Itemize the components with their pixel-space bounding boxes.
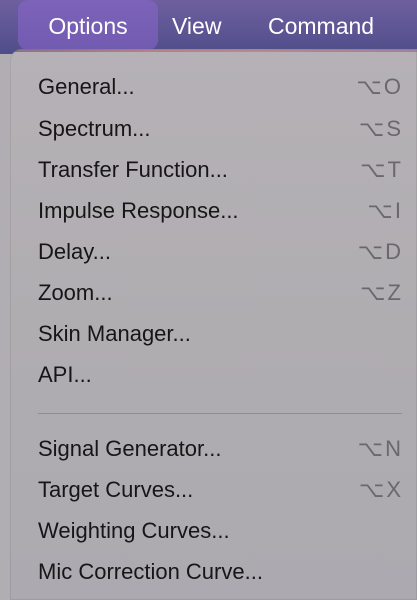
menu-item-shortcut: ⌥N xyxy=(357,436,403,461)
menu-item-label: API... xyxy=(38,362,92,387)
menu-item-label: General... xyxy=(38,74,135,99)
options-dropdown-menu: General... ⌥O Spectrum... ⌥S Transfer Fu… xyxy=(10,49,417,600)
screen: Options View Command General... ⌥O Spect… xyxy=(0,0,417,600)
menubar-item-command[interactable]: Command xyxy=(268,0,374,50)
menu-item-spectrum[interactable]: Spectrum... ⌥S xyxy=(10,109,417,149)
menu-item-label: Transfer Function... xyxy=(38,157,228,182)
menu-item-label: Mic Correction Curve... xyxy=(38,559,263,584)
menu-item-label: Delay... xyxy=(38,239,111,264)
menu-item-skin-manager[interactable]: Skin Manager... xyxy=(10,314,417,354)
menu-item-general[interactable]: General... ⌥O xyxy=(10,67,417,107)
menu-item-zoom[interactable]: Zoom... ⌥Z xyxy=(10,273,417,313)
menu-item-impulse-response[interactable]: Impulse Response... ⌥I xyxy=(10,191,417,231)
menubar-item-view[interactable]: View xyxy=(172,0,221,50)
menu-item-shortcut: ⌥I xyxy=(367,198,403,223)
menu-item-api[interactable]: API... xyxy=(10,355,417,395)
menu-item-label: Weighting Curves... xyxy=(38,518,230,543)
menu-item-shortcut: ⌥S xyxy=(358,116,403,141)
menu-item-transfer-function[interactable]: Transfer Function... ⌥T xyxy=(10,150,417,190)
menubar-item-options[interactable]: Options xyxy=(18,0,158,50)
menu-bar: Options View Command xyxy=(0,0,417,54)
menu-item-signal-generator[interactable]: Signal Generator... ⌥N xyxy=(10,429,417,469)
menu-item-label: Spectrum... xyxy=(38,116,151,141)
menu-item-weighting-curves[interactable]: Weighting Curves... xyxy=(10,511,417,551)
menu-item-label: Impulse Response... xyxy=(38,198,239,223)
menu-item-shortcut: ⌥O xyxy=(356,74,403,99)
menu-item-label: Zoom... xyxy=(38,280,113,305)
menu-item-target-curves[interactable]: Target Curves... ⌥X xyxy=(10,470,417,510)
menu-item-label: Signal Generator... xyxy=(38,436,222,461)
menu-item-label: Skin Manager... xyxy=(38,321,191,346)
menu-item-delay[interactable]: Delay... ⌥D xyxy=(10,232,417,272)
menu-item-label: Target Curves... xyxy=(38,477,194,502)
menu-item-shortcut: ⌥T xyxy=(360,157,403,182)
menu-item-shortcut: ⌥X xyxy=(358,477,403,502)
menu-item-mic-correction-curve[interactable]: Mic Correction Curve... xyxy=(10,552,417,592)
menu-item-shortcut: ⌥D xyxy=(357,239,403,264)
menu-item-shortcut: ⌥Z xyxy=(360,280,403,305)
menu-separator xyxy=(38,413,402,414)
